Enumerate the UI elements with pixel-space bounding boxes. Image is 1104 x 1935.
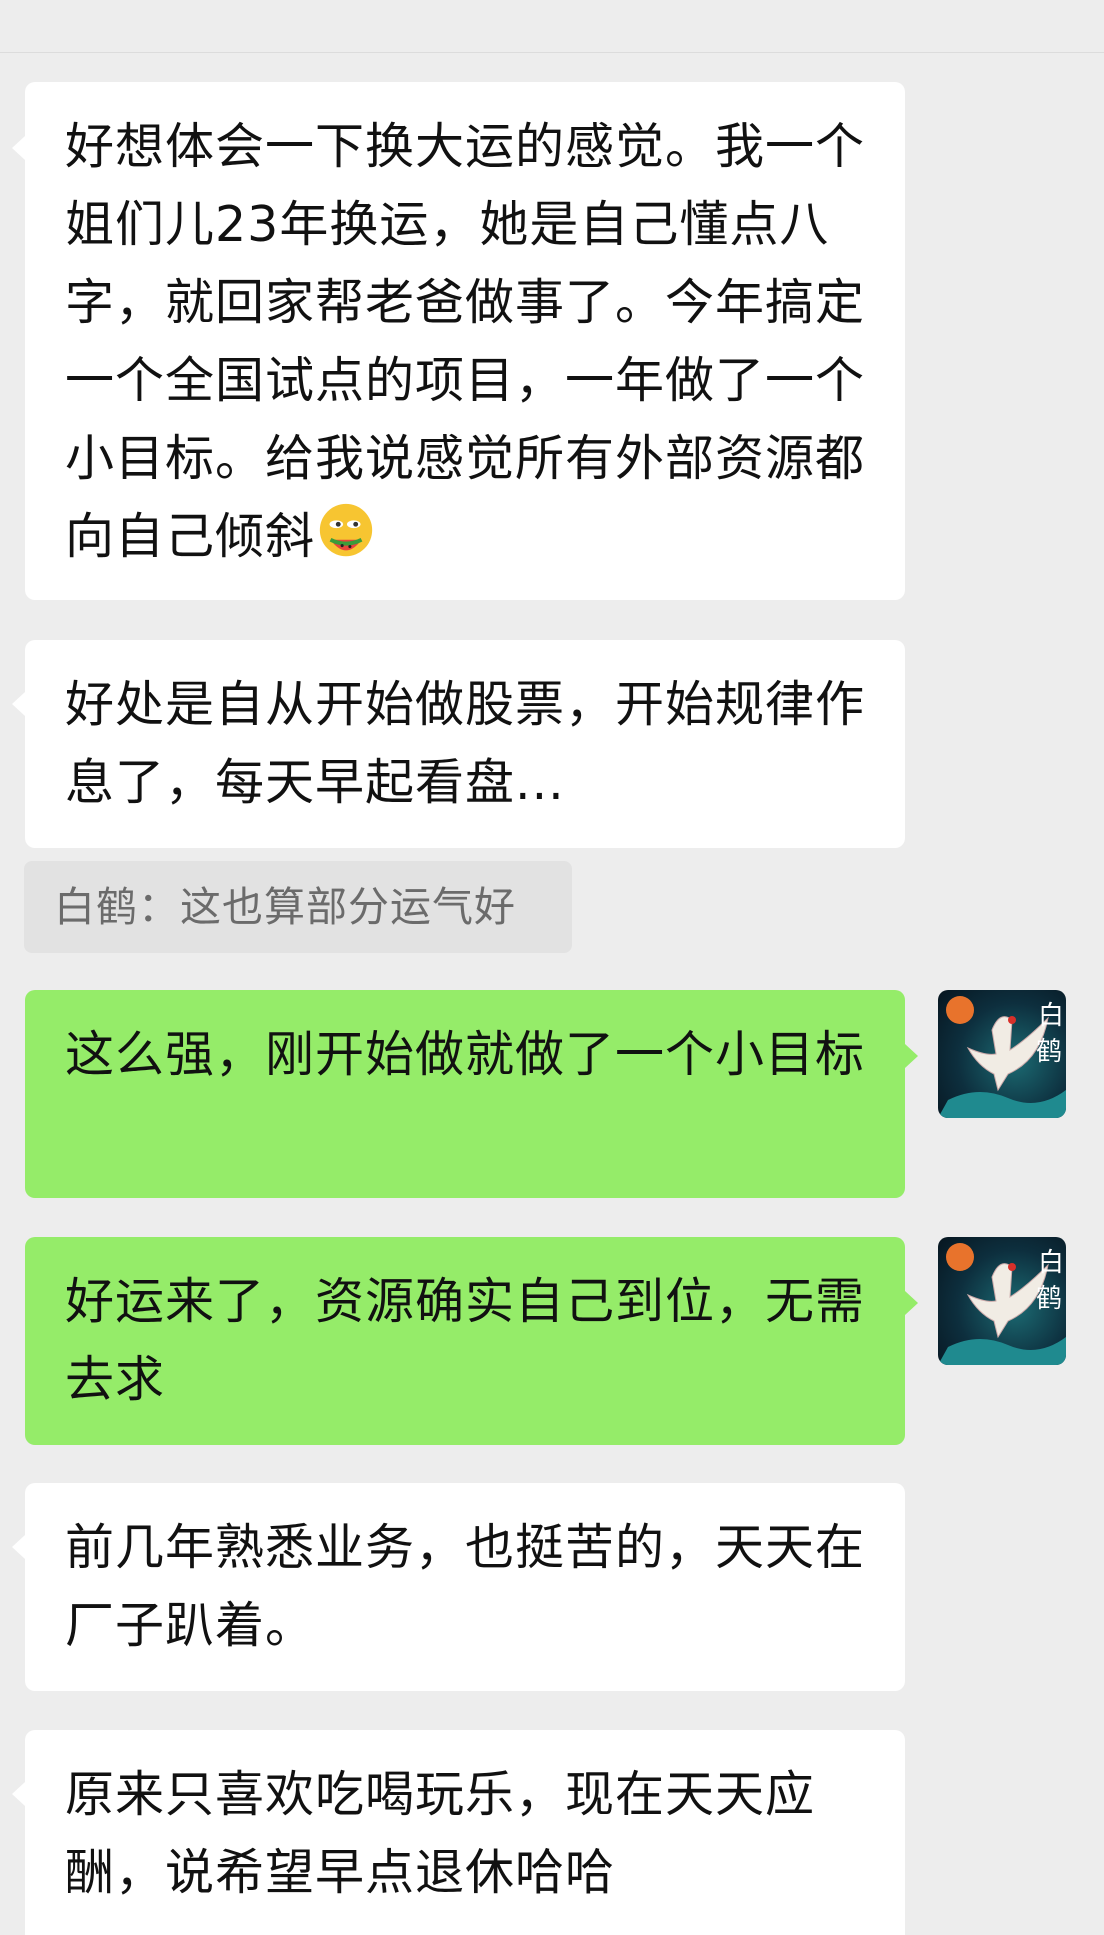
quoted-reply[interactable]: 白鹤：这也算部分运气好 [24,861,572,953]
message-bubble-incoming[interactable]: 好处是自从开始做股票，开始规律作息了，每天早起看盘... [25,640,905,848]
avatar-label-bottom: 鹤 [1036,1037,1062,1067]
message-bubble-incoming[interactable]: 好想体会一下换大运的感觉。我一个姐们儿23年换运，她是自己懂点八字，就回家帮老爸… [25,82,905,600]
bubble-tail [905,1044,918,1068]
message-text: 这么强，刚开始做就做了一个小目标 [65,1026,866,1083]
bubble-tail [12,1782,25,1806]
message-text: 前几年熟悉业务，也挺苦的，天天在厂子趴着。 [65,1519,866,1654]
face-with-watermelon-emoji [315,501,377,563]
message-bubble-incoming[interactable]: 原来只喜欢吃喝玩乐，现在天天应酬，说希望早点退休哈哈 [25,1730,905,1935]
bubble-tail [12,1535,25,1559]
bubble-tail [12,692,25,716]
avatar[interactable]: 白 鹤 [938,1237,1066,1365]
bubble-tail [12,136,25,160]
avatar[interactable]: 白 鹤 [938,990,1066,1118]
message-bubble-outgoing[interactable]: 这么强，刚开始做就做了一个小目标 [25,990,905,1198]
message-text: 原来只喜欢吃喝玩乐，现在天天应酬，说希望早点退休哈哈 [65,1766,816,1901]
message-text: 好运来了，资源确实自己到位，无需去求 [65,1273,866,1408]
bubble-tail [905,1291,918,1315]
message-bubble-incoming[interactable]: 前几年熟悉业务，也挺苦的，天天在厂子趴着。 [25,1483,905,1691]
message-text: 好想体会一下换大运的感觉。我一个姐们儿23年换运，她是自己懂点八字，就回家帮老爸… [65,118,866,565]
chat-top-bar [0,0,1104,53]
avatar-label-bottom: 鹤 [1036,1284,1062,1314]
message-bubble-outgoing[interactable]: 好运来了，资源确实自己到位，无需去求 [25,1237,905,1445]
avatar-label-top: 白 [1038,1248,1064,1278]
avatar-label-top: 白 [1038,1001,1064,1031]
message-text: 好处是自从开始做股票，开始规律作息了，每天早起看盘... [65,676,866,811]
